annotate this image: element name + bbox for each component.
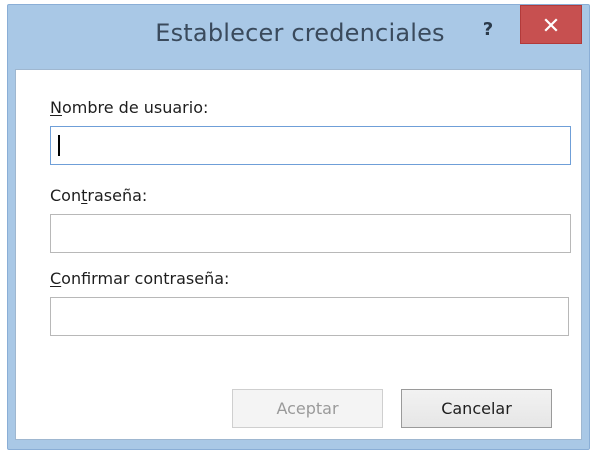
username-field[interactable] (50, 126, 571, 165)
password-field[interactable] (50, 214, 571, 253)
password-label-prefix: Con (50, 186, 82, 205)
username-label: Nombre de usuario: (50, 98, 208, 117)
password-label: Contraseña: (50, 186, 147, 205)
confirm-password-field[interactable] (50, 297, 569, 336)
question-mark-icon: ? (482, 18, 494, 40)
text-caret (58, 135, 60, 156)
username-label-accelerator: N (50, 98, 62, 117)
title-bar[interactable]: ? (8, 5, 589, 72)
cancel-button-label: Cancelar (441, 399, 512, 418)
ok-button-label: Aceptar (276, 399, 339, 418)
help-button[interactable]: ? (466, 9, 510, 49)
dialog-body: Nombre de usuario: Contraseña: Confirmar… (15, 69, 582, 440)
password-label-text: raseña: (87, 186, 148, 205)
close-button[interactable] (520, 5, 582, 44)
dialog-window: ? Nombre de usuario: Contraseña: Confirm… (7, 4, 590, 450)
confirm-password-label: Confirmar contraseña: (50, 269, 229, 288)
close-icon (544, 17, 558, 32)
username-label-text: ombre de usuario: (61, 98, 209, 117)
cancel-button[interactable]: Cancelar (401, 389, 552, 428)
confirm-label-accelerator: C (50, 269, 62, 288)
confirm-label-text: onfirmar contraseña: (61, 269, 230, 288)
ok-button[interactable]: Aceptar (232, 389, 383, 428)
